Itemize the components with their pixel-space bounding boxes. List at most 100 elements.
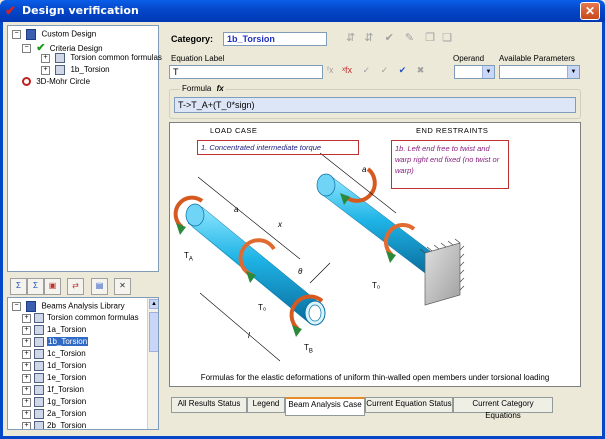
library-item[interactable]: + Torsion common formulas — [22, 313, 139, 323]
formula-icon — [34, 361, 44, 371]
torque-arrows — [173, 167, 416, 331]
apply-icon[interactable]: ✓ — [363, 65, 371, 75]
apply-all-icon[interactable]: ✓ — [381, 65, 389, 75]
window-title: Design verification — [22, 4, 139, 17]
expand-icon[interactable]: + — [41, 53, 50, 63]
copy-icon[interactable]: ❐ — [425, 32, 435, 44]
right-beam — [316, 173, 465, 306]
bottom-tab-strip: All Results Status Legend Beam Analysis … — [169, 396, 587, 420]
tree-item-mohr-circle[interactable]: 3D-Mohr Circle — [22, 77, 90, 87]
tree-item-torsion-common[interactable]: + Torsion common formulas — [41, 53, 162, 63]
equation-label-field[interactable]: T — [169, 65, 323, 79]
insert-fx-icon[interactable]: ᶠx — [327, 65, 334, 75]
library-item[interactable]: +2a_Torsion — [22, 409, 86, 419]
collapse-icon[interactable]: − — [12, 302, 21, 311]
torque-t0-right-label: T₀ — [372, 281, 381, 290]
end-restraint-note: 1b. Left end free to twist and warp righ… — [391, 140, 509, 189]
expand-icon[interactable]: + — [41, 65, 50, 75]
figure-panel: LOAD CASE END RESTRAINTS 1. Concentrated… — [169, 122, 581, 387]
formula-icon — [34, 397, 44, 407]
library-item[interactable]: +1d_Torsion — [22, 361, 86, 371]
tree-item-library-root[interactable]: − Beams Analysis Library — [12, 301, 125, 312]
library-item[interactable]: +1e_Torsion — [22, 373, 86, 383]
formula-legend: Formula fx — [180, 84, 226, 93]
library-tree-panel: − Beams Analysis Library + Torsion common… — [7, 297, 159, 430]
dim-l: l — [248, 331, 250, 340]
library-item[interactable]: +1b_Torsion — [22, 337, 89, 347]
library-item[interactable]: +1g_Torsion — [22, 397, 86, 407]
expand-icon[interactable]: + — [22, 337, 31, 347]
refresh-icon[interactable]: ⇄ — [67, 278, 84, 295]
expand-icon[interactable]: + — [22, 361, 31, 371]
formula-icon — [34, 349, 44, 359]
scroll-thumb[interactable] — [149, 312, 158, 352]
check-all-icon[interactable]: ✔ — [399, 65, 407, 75]
library-icon — [26, 301, 37, 312]
scroll-up-icon[interactable]: ▲ — [149, 299, 158, 309]
edit-icon[interactable]: ✎ — [405, 32, 414, 44]
expand-icon[interactable]: + — [22, 409, 31, 419]
category-label: Category: — [171, 34, 214, 44]
expand-icon[interactable]: + — [22, 397, 31, 407]
dim-x: x — [278, 220, 282, 229]
equation-label-header: Equation Label — [171, 54, 225, 63]
formula-icon — [34, 409, 44, 419]
tab-beam-analysis-case[interactable]: Beam Analysis Case — [285, 397, 365, 416]
add-equation-icon[interactable]: Σ — [10, 278, 27, 295]
formula-icon — [34, 385, 44, 395]
library-item[interactable]: +1c_Torsion — [22, 349, 86, 359]
tab-current-category-equations[interactable]: Current Category Equations — [453, 397, 553, 420]
tab-all-results-status[interactable]: All Results Status — [171, 397, 247, 413]
chevron-down-icon[interactable]: ▼ — [482, 66, 494, 78]
expand-icon[interactable]: + — [22, 373, 31, 383]
formula-icon — [34, 337, 44, 347]
expand-icon[interactable]: + — [22, 385, 31, 395]
move-up-icon[interactable]: ⇵ — [346, 32, 355, 44]
formula-icon — [34, 373, 44, 383]
collapse-icon[interactable]: − — [22, 44, 31, 54]
formula-icon — [34, 313, 44, 323]
expand-icon[interactable]: + — [22, 421, 31, 429]
expand-icon[interactable]: + — [22, 325, 31, 335]
formula-icon — [55, 65, 66, 75]
formula-icon — [55, 53, 66, 63]
library-item[interactable]: +1a_Torsion — [22, 325, 86, 335]
tree-item-1b-torsion[interactable]: + 1b_Torsion — [41, 65, 110, 75]
load-case-note: 1. Concentrated intermediate torque — [197, 140, 359, 155]
formula-field[interactable]: T->T_A+(T_0*sign) — [174, 97, 576, 113]
left-toolbar: Σ Σ ▣ ⇄ ▤ ✕ — [7, 277, 159, 295]
remove-fx-icon[interactable]: ˣfx — [342, 65, 352, 75]
library-item[interactable]: +2b_Torsion — [22, 421, 86, 429]
formula-icon — [34, 421, 44, 429]
figure-caption: Formulas for the elastic deformations of… — [200, 373, 550, 382]
library-item[interactable]: +1f_Torsion — [22, 385, 84, 395]
collapse-icon[interactable]: − — [12, 30, 21, 39]
tab-current-equation-status[interactable]: Current Equation Status — [365, 397, 453, 413]
formula-icon — [34, 325, 44, 335]
expand-icon[interactable]: + — [22, 349, 31, 359]
document-icon — [26, 29, 37, 40]
close-button[interactable]: ✕ — [580, 2, 600, 20]
delete-icon[interactable]: ✕ — [114, 278, 131, 295]
delete-equation-icon[interactable]: ✖ — [417, 65, 425, 75]
add-group-icon[interactable]: ▣ — [44, 278, 61, 295]
formula-group: Formula fx T->T_A+(T_0*sign) — [169, 84, 581, 119]
left-beam — [185, 203, 326, 326]
chevron-down-icon[interactable]: ▼ — [567, 66, 579, 78]
library-scrollbar[interactable]: ▲ — [147, 298, 158, 429]
expand-icon[interactable]: + — [22, 313, 31, 323]
category-action-icons: ⇵ ⇵ ✔ ✎ ❐ ❏ — [346, 31, 452, 44]
move-down-icon[interactable]: ⇵ — [364, 32, 373, 44]
add-all-equations-icon[interactable]: Σ — [27, 278, 44, 295]
operand-select[interactable]: ▼ — [454, 65, 495, 79]
right-panel: Category: 1b_Torsion ⇵ ⇵ ✔ ✎ ❐ ❏ Equatio… — [163, 25, 595, 429]
paste-icon[interactable]: ❏ — [442, 32, 452, 44]
torque-t0-label: T₀ — [258, 303, 267, 312]
params-select[interactable]: ▼ — [499, 65, 580, 79]
torque-tb-label: TB — [304, 343, 313, 355]
list-icon[interactable]: ▤ — [91, 278, 108, 295]
tree-item-custom-design[interactable]: − Custom Design — [12, 29, 96, 40]
validate-icon[interactable]: ✔ — [385, 32, 394, 44]
category-field[interactable]: 1b_Torsion — [223, 32, 327, 46]
tab-legend[interactable]: Legend — [247, 397, 285, 413]
